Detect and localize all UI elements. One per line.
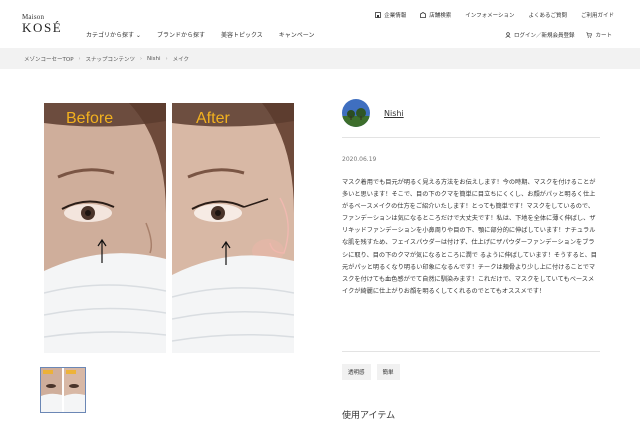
breadcrumb-item-top[interactable]: メゾンコーセーTOP: [24, 55, 74, 63]
chevron-right-icon: ›: [140, 56, 143, 62]
util-guide[interactable]: ご利用ガイド: [581, 11, 614, 19]
after-label: After: [196, 110, 230, 127]
after-photo[interactable]: After: [172, 103, 294, 353]
cart-icon: [586, 32, 593, 38]
cart-label: カート: [595, 33, 612, 39]
post-body: マスク着用でも目元が明るく見える方法をお伝えします！今の時期、マスクを付けること…: [342, 179, 597, 295]
util-company-label: 企業情報: [384, 13, 407, 19]
face-before-illustration: [44, 103, 166, 353]
before-label: Before: [66, 110, 114, 127]
brand-logo[interactable]: Maison KOSÉ: [22, 13, 62, 36]
building-icon: [375, 12, 382, 18]
store-icon: [420, 12, 427, 18]
used-items-heading: 使用アイテム: [342, 411, 396, 421]
thumbnail-image: [41, 368, 85, 412]
nav-topics[interactable]: 美容トピックス: [221, 30, 263, 39]
util-company[interactable]: 企業情報: [375, 11, 406, 19]
breadcrumb-item-user[interactable]: Nishi: [147, 56, 161, 62]
gallery-thumbnail[interactable]: [40, 367, 86, 413]
breadcrumb-item-current: メイク: [172, 57, 189, 63]
tag-easy[interactable]: 簡単: [376, 364, 400, 380]
before-photo[interactable]: Before: [44, 103, 166, 353]
divider: [342, 351, 600, 352]
breadcrumb-item-snap[interactable]: スナップコンテンツ: [86, 55, 136, 63]
util-faq[interactable]: よくあるご質問: [528, 11, 567, 19]
chevron-right-icon: ›: [78, 56, 81, 62]
nav-brand[interactable]: ブランドから探す: [157, 30, 205, 39]
avatar-image: [342, 99, 370, 127]
logo-big-text: KOSÉ: [22, 20, 63, 35]
util-info-label: インフォメーション: [465, 13, 515, 19]
utility-nav: 企業情報 店舗検索 インフォメーション よくあるご質問 ご利用ガイド: [375, 11, 614, 19]
tag-clarity[interactable]: 透明感: [342, 364, 371, 380]
main-nav: カテゴリから探す ⌄ ブランドから探す 美容トピックス キャンペーン: [86, 30, 314, 39]
util-info[interactable]: インフォメーション: [465, 11, 514, 19]
nav-campaign[interactable]: キャンペーン: [279, 30, 315, 39]
account-nav: ログイン／新規会員登録 カート: [505, 31, 612, 39]
nav-category[interactable]: カテゴリから探す ⌄: [86, 30, 141, 39]
breadcrumb: メゾンコーセーTOP › スナップコンテンツ › Nishi › メイク: [24, 55, 189, 63]
login-label: ログイン／新規会員登録: [513, 33, 575, 39]
login-link[interactable]: ログイン／新規会員登録: [505, 31, 575, 39]
tag-list: 透明感 簡単: [342, 364, 400, 380]
util-store-label: 店舗検索: [429, 13, 452, 19]
avatar[interactable]: [342, 99, 370, 127]
post-date: 2020.06.19: [342, 156, 377, 163]
util-store[interactable]: 店舗検索: [420, 11, 451, 19]
util-guide-label: ご利用ガイド: [580, 13, 614, 19]
cart-link[interactable]: カート: [586, 31, 612, 39]
site-header: Maison KOSÉ カテゴリから探す ⌄ ブランドから探す 美容トピックス …: [0, 0, 640, 48]
username-link[interactable]: Nishi: [384, 109, 404, 118]
breadcrumb-bar: メゾンコーセーTOP › スナップコンテンツ › Nishi › メイク: [0, 48, 640, 69]
user-icon: [505, 32, 511, 38]
face-after-illustration: [172, 103, 294, 353]
util-faq-label: よくあるご質問: [528, 13, 567, 19]
divider: [342, 137, 600, 138]
chevron-right-icon: ›: [165, 56, 168, 62]
